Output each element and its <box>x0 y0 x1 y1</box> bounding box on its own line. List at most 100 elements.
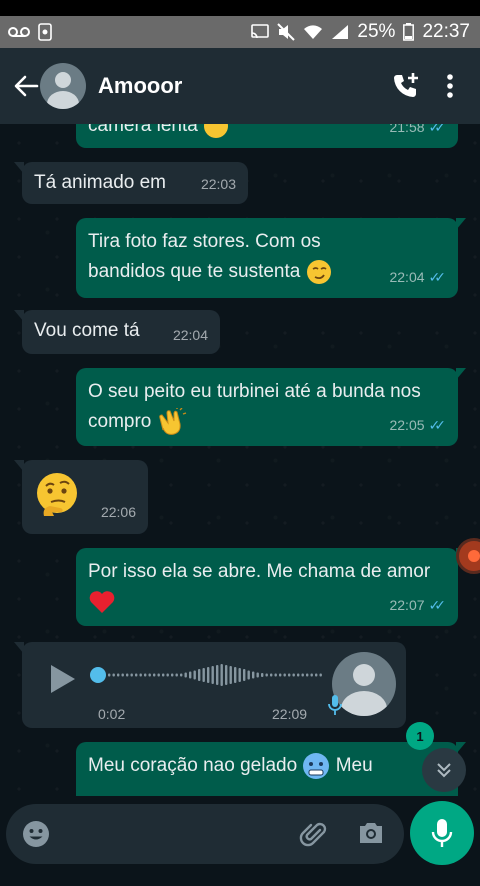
waveform-bar <box>193 670 196 680</box>
read-ticks-icon: ✓✓ <box>428 417 447 433</box>
waveform-bar <box>180 673 183 677</box>
waveform-bar <box>220 664 223 686</box>
voicemail-icon <box>8 27 30 37</box>
message-list[interactable]: câmera lenta 21:58 ✓✓ Tá animado em 22:03… <box>0 124 480 796</box>
back-arrow-icon <box>14 75 39 97</box>
waveform-bar <box>270 673 273 677</box>
message-bubble-outgoing[interactable]: Tira foto faz stores. Com os bandidos qu… <box>76 218 466 298</box>
waveform-bar <box>225 665 228 685</box>
waveform-bar <box>189 671 192 679</box>
mute-icon <box>277 23 296 41</box>
waveform-bar <box>139 673 142 677</box>
waveform-bar <box>207 667 210 683</box>
message-text: câmera lenta <box>88 124 198 136</box>
waveform-bar <box>283 673 286 677</box>
thinking-face-emoji <box>204 124 229 138</box>
play-icon[interactable] <box>50 664 76 694</box>
waveform-bar <box>175 673 178 677</box>
battery-percent: 25% <box>357 21 396 42</box>
waveform-bar <box>162 673 165 677</box>
message-bubble-outgoing[interactable]: Meu coração nao gelado Meu <box>76 742 466 796</box>
more-options-button[interactable] <box>428 64 472 108</box>
message-input-container[interactable] <box>6 804 404 864</box>
waveform-bar <box>301 673 304 677</box>
waveform-bar <box>252 671 255 679</box>
status-bar: 25% 22:37 <box>0 0 480 48</box>
message-text: Tá animado em <box>34 172 167 193</box>
avatar[interactable] <box>40 63 86 109</box>
camera-icon[interactable] <box>356 818 386 848</box>
waveform-bar <box>117 673 120 677</box>
waveform-bar <box>211 666 214 684</box>
cast-icon <box>251 24 270 39</box>
thinking-face-emoji <box>37 473 77 516</box>
add-call-button[interactable] <box>384 64 428 108</box>
waveform-bar <box>198 669 201 681</box>
waveform-bar <box>243 669 246 681</box>
contact-name[interactable]: Amooor <box>98 73 384 99</box>
waveform[interactable] <box>108 658 328 692</box>
message-time: 22:05 <box>389 417 425 433</box>
read-ticks-icon: ✓✓ <box>428 124 447 135</box>
message-bubble-outgoing[interactable]: câmera lenta 21:58 ✓✓ <box>76 124 458 148</box>
mic-icon <box>431 819 453 847</box>
attach-icon[interactable] <box>298 818 330 850</box>
message-time: 21:58 <box>389 124 425 135</box>
android-icon <box>38 23 52 41</box>
voice-record-button[interactable] <box>410 801 474 865</box>
clock: 22:37 <box>422 21 470 42</box>
message-text: O seu peito eu turbinei até a bunda nos … <box>88 381 421 432</box>
message-time: 22:07 <box>389 597 425 613</box>
waveform-bar <box>319 673 322 677</box>
waveform-bar <box>234 667 237 683</box>
cold-face-emoji <box>303 752 330 779</box>
message-text: Meu <box>335 755 373 776</box>
message-text: Vou come tá <box>34 320 140 341</box>
message-bubble-outgoing[interactable]: O seu peito eu turbinei até a bunda nos … <box>76 368 466 446</box>
message-time: 22:06 <box>100 504 136 520</box>
scroll-to-bottom-button[interactable] <box>422 748 466 792</box>
playback-scrubber[interactable] <box>90 667 106 683</box>
unread-badge: 1 <box>406 722 434 750</box>
floating-bubble-icon[interactable] <box>456 538 480 574</box>
waveform-bar <box>144 673 147 677</box>
voice-duration: 0:02 <box>98 706 126 722</box>
waveform-bar <box>184 672 187 678</box>
waveform-bar <box>121 673 124 677</box>
voice-message-bubble[interactable]: 0:02 22:09 <box>14 642 406 728</box>
emoji-icon[interactable] <box>20 818 52 850</box>
message-time: 22:04 <box>172 327 208 343</box>
waveform-bar <box>297 673 300 677</box>
more-vert-icon <box>447 74 453 98</box>
message-time: 22:03 <box>200 176 236 192</box>
waveform-bar <box>279 673 282 677</box>
waveform-bar <box>216 665 219 685</box>
waveform-bar <box>202 668 205 682</box>
waveform-bar <box>166 673 169 677</box>
message-time: 22:09 <box>272 706 308 722</box>
waveform-bar <box>256 672 259 678</box>
message-bubble-outgoing[interactable]: Por isso ela se abre. Me chama de amor 2… <box>76 548 466 626</box>
battery-icon <box>403 23 415 41</box>
message-bubble-incoming[interactable]: Vou come tá 22:04 <box>14 310 220 354</box>
waveform-bar <box>135 673 138 677</box>
waveform-bar <box>315 673 318 677</box>
waveform-bar <box>130 673 133 677</box>
clapping-hands-emoji <box>158 407 186 435</box>
waveform-bar <box>148 673 151 677</box>
message-time: 22:04 <box>389 269 425 285</box>
waveform-bar <box>112 673 115 677</box>
waveform-bar <box>247 670 250 680</box>
message-bubble-incoming[interactable]: Tá animado em 22:03 <box>14 162 248 204</box>
message-text: Meu coração nao gelado <box>88 755 298 776</box>
waveform-bar <box>265 673 268 677</box>
red-heart-emoji <box>89 591 115 613</box>
waveform-bar <box>108 673 111 677</box>
message-bubble-incoming[interactable]: 22:06 <box>14 460 148 534</box>
read-ticks-icon: ✓✓ <box>428 597 447 613</box>
message-input[interactable] <box>68 818 288 850</box>
waveform-bar <box>153 673 156 677</box>
waveform-bar <box>171 673 174 677</box>
waveform-bar <box>310 673 313 677</box>
smirk-emoji <box>306 259 331 284</box>
